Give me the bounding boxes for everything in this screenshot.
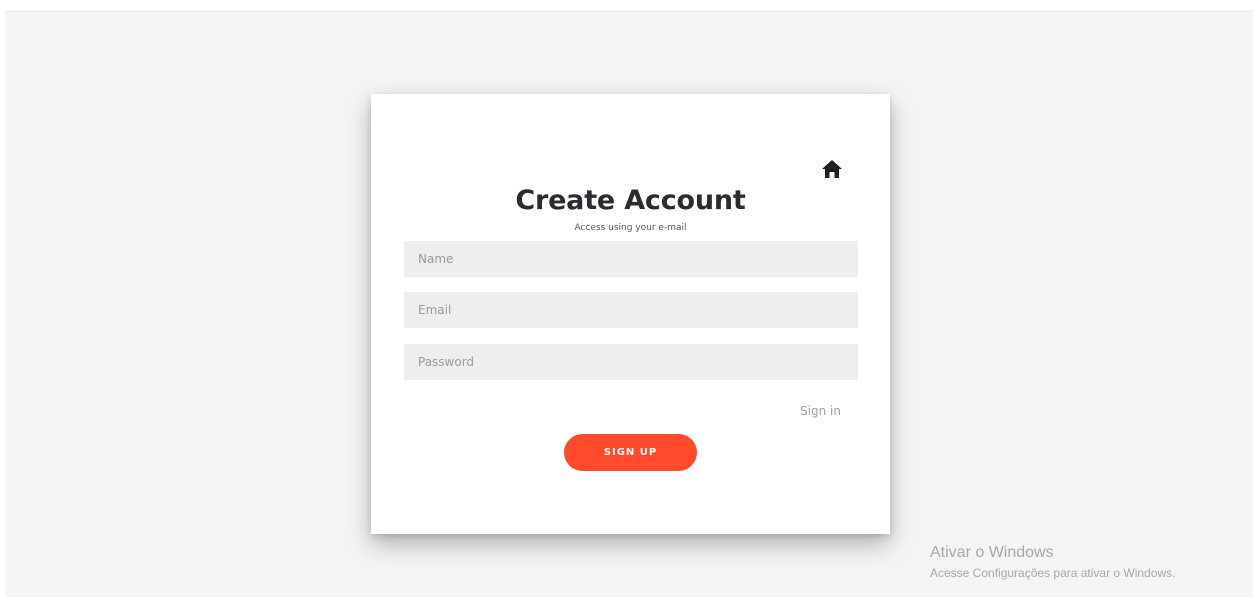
signup-card: Create Account Access using your e-mail … [371, 94, 890, 534]
windows-activation-watermark: Ativar o Windows Acesse Configurações pa… [930, 543, 1175, 581]
sign-up-button[interactable]: SIGN UP [564, 434, 697, 471]
name-field[interactable] [404, 241, 858, 277]
password-field[interactable] [404, 344, 858, 380]
home-button[interactable] [821, 159, 843, 179]
home-icon [821, 159, 843, 179]
page-background: Create Account Access using your e-mail … [5, 11, 1253, 597]
page-title: Create Account [515, 185, 746, 216]
sign-in-link[interactable]: Sign in [800, 403, 841, 419]
page-subtitle: Access using your e-mail [574, 223, 687, 233]
email-field[interactable] [404, 292, 858, 328]
watermark-title: Ativar o Windows [930, 544, 1054, 561]
watermark-subtitle: Acesse Configurações para ativar o Windo… [930, 566, 1176, 580]
